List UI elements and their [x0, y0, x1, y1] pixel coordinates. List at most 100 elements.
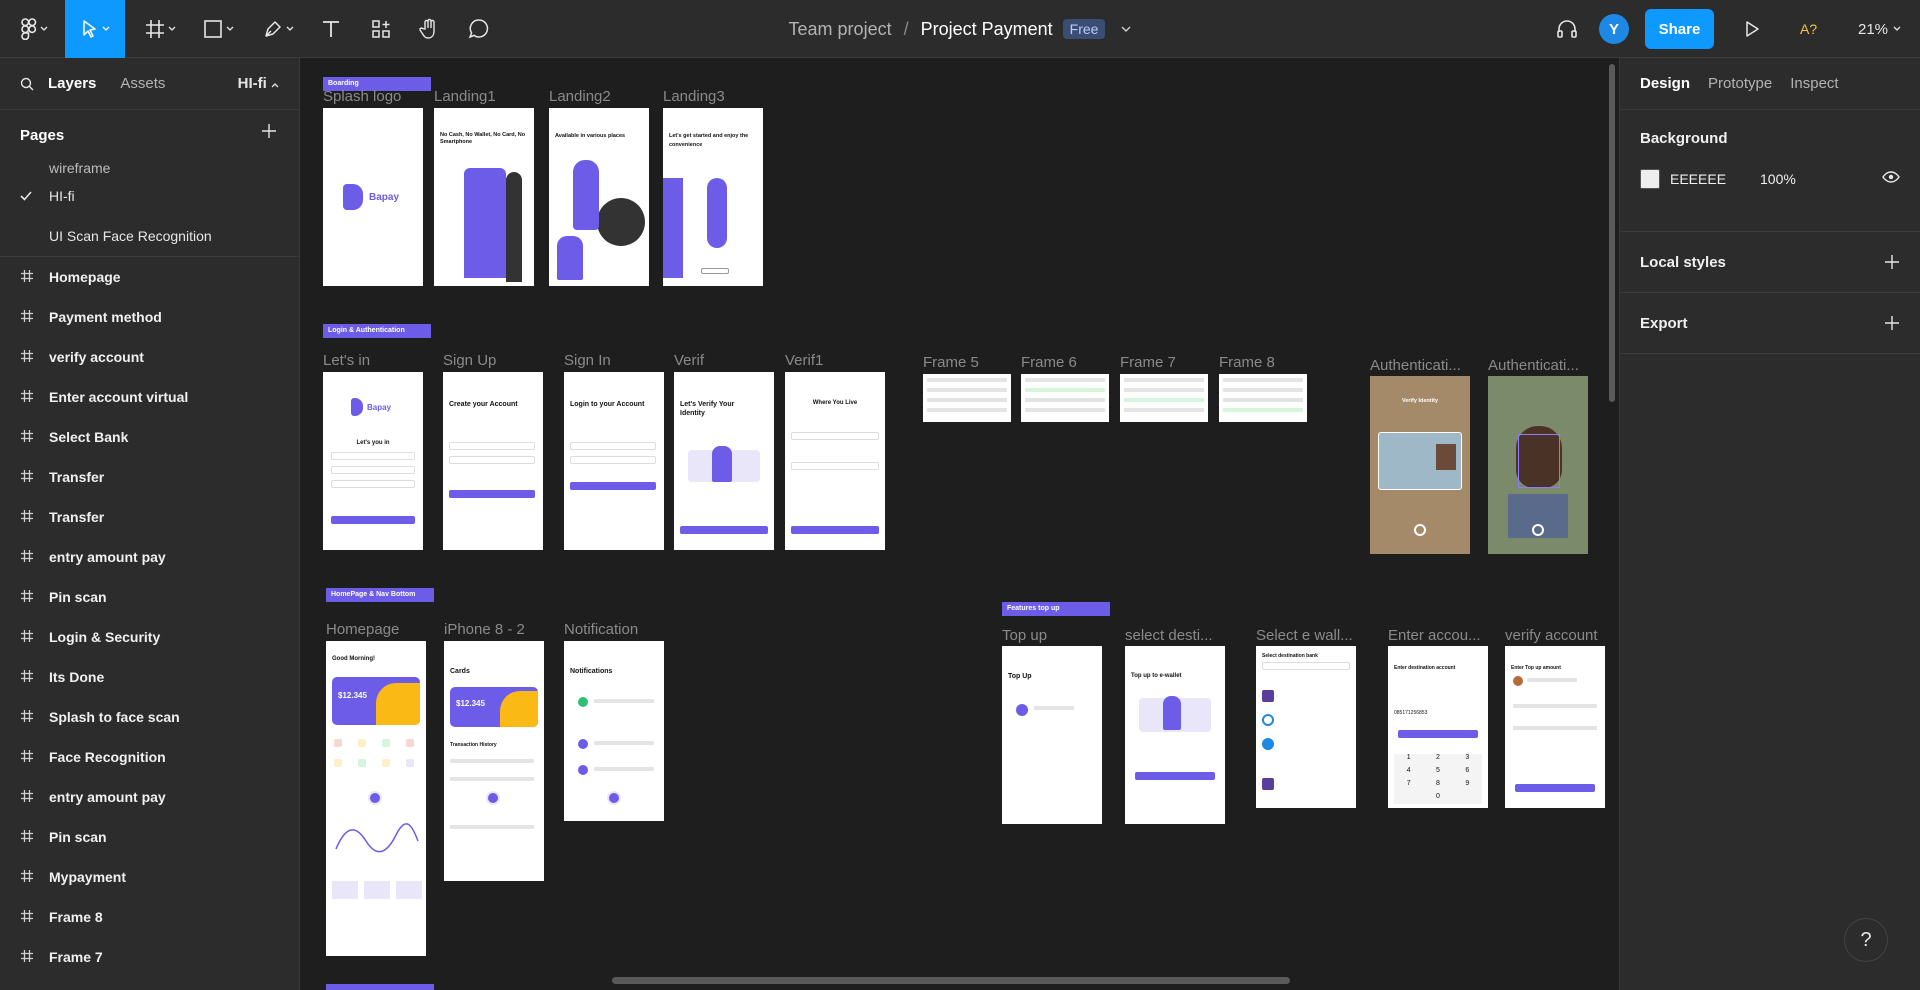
frame-verif1[interactable]: Where You Live — [785, 372, 885, 550]
layer-item-pin-scan[interactable]: Pin scan — [0, 817, 299, 857]
zoom-dropdown[interactable]: 21% — [1858, 0, 1901, 58]
background-color-swatch[interactable] — [1640, 169, 1660, 189]
tab-layers[interactable]: Layers — [48, 75, 96, 92]
eye-icon[interactable] — [1882, 171, 1900, 183]
frame-6[interactable] — [1021, 374, 1109, 422]
frame-label-landing1[interactable]: Landing1 — [434, 88, 496, 105]
frame-label-verif[interactable]: Verif — [674, 352, 704, 369]
frame-label-selectdest[interactable]: select desti... — [1125, 627, 1213, 644]
frame-label-notification[interactable]: Notification — [564, 621, 638, 638]
resources-tool-button[interactable] — [366, 0, 396, 58]
page-item-ui-scan-face-recognition[interactable]: UI Scan Face Recognition — [0, 216, 299, 256]
frame-enter-account[interactable]: Enter destination account 085171256853 1… — [1388, 646, 1488, 808]
frame-label-landing3[interactable]: Landing3 — [663, 88, 725, 105]
frame-verify-account[interactable]: Enter Top up amount — [1505, 646, 1605, 808]
layer-item-splash-to-face-scan[interactable]: Splash to face scan — [0, 697, 299, 737]
frame-splash-logo[interactable]: Bapay — [323, 108, 423, 286]
frame-label-iphone[interactable]: iPhone 8 - 2 — [444, 621, 525, 638]
frame-tool-button[interactable] — [138, 0, 182, 58]
frame-label-frame8[interactable]: Frame 8 — [1219, 354, 1275, 371]
shape-tool-button[interactable] — [196, 0, 240, 58]
frame-label-letsin[interactable]: Let's in — [323, 352, 370, 369]
frame-authentication-face-scan[interactable] — [1488, 376, 1588, 554]
file-name[interactable]: Project Payment — [921, 19, 1053, 40]
audio-call-button[interactable] — [1552, 0, 1582, 58]
help-button[interactable]: ? — [1844, 918, 1888, 962]
layer-item-entry-amount-pay[interactable]: entry amount pay — [0, 537, 299, 577]
frame-label-verifyaccount[interactable]: verify account — [1505, 627, 1598, 644]
page-item-hifi[interactable]: HI-fi — [0, 176, 299, 216]
layer-item-select-bank[interactable]: Select Bank — [0, 417, 299, 457]
section-label-login[interactable]: Login & Authentication — [323, 324, 431, 338]
frame-label-signin[interactable]: Sign In — [564, 352, 611, 369]
plan-badge[interactable]: Free — [1062, 19, 1106, 39]
frame-sign-in[interactable]: Login to your Account — [564, 372, 664, 550]
missing-fonts-indicator[interactable]: A? — [1800, 0, 1817, 58]
section-label-topup[interactable]: Features top up — [1002, 602, 1110, 616]
layer-item-its-done[interactable]: Its Done — [0, 657, 299, 697]
add-page-icon[interactable] — [261, 123, 277, 139]
frame-label-landing2[interactable]: Landing2 — [549, 88, 611, 105]
frame-label-topup[interactable]: Top up — [1002, 627, 1047, 644]
frame-landing1[interactable]: No Cash, No Wallet, No Card, No Smartpho… — [434, 108, 534, 286]
frame-5[interactable] — [923, 374, 1011, 422]
layer-item-transfer[interactable]: Transfer — [0, 457, 299, 497]
layer-item-login-security[interactable]: Login & Security — [0, 617, 299, 657]
frame-label-verif1[interactable]: Verif1 — [785, 352, 823, 369]
frame-lets-in[interactable]: Bapay Let's you in — [323, 372, 423, 550]
page-item-wireframe[interactable]: wireframe — [0, 160, 299, 176]
present-button[interactable] — [1737, 0, 1767, 58]
frame-label-enteraccount[interactable]: Enter accou... — [1388, 627, 1481, 644]
team-breadcrumb[interactable]: Team project — [789, 19, 892, 40]
layer-item-frame-7[interactable]: Frame 7 — [0, 937, 299, 977]
frame-label-signup[interactable]: Sign Up — [443, 352, 496, 369]
background-opacity-input[interactable]: 100% — [1760, 171, 1796, 187]
pen-tool-button[interactable] — [256, 0, 300, 58]
frame-label-frame7[interactable]: Frame 7 — [1120, 354, 1176, 371]
frame-label-auth1[interactable]: Authenticati... — [1370, 357, 1461, 374]
frame-label-frame6[interactable]: Frame 6 — [1021, 354, 1077, 371]
avatar[interactable]: Y — [1599, 14, 1629, 44]
background-hex-input[interactable]: EEEEEE — [1670, 171, 1726, 187]
frame-notification[interactable]: Notifications — [564, 641, 664, 821]
tab-design[interactable]: Design — [1640, 75, 1690, 92]
layer-item-enter-account-virtual[interactable]: Enter account virtual — [0, 377, 299, 417]
frame-label-splash[interactable]: Splash logo — [323, 88, 401, 105]
layer-item-frame-8[interactable]: Frame 8 — [0, 897, 299, 937]
frame-top-up[interactable]: Top Up — [1002, 646, 1102, 824]
add-export-icon[interactable] — [1884, 315, 1900, 331]
layer-item-homepage[interactable]: Homepage — [0, 257, 299, 297]
frame-label-homepage[interactable]: Homepage — [326, 621, 399, 638]
search-icon[interactable] — [20, 77, 34, 91]
tab-inspect[interactable]: Inspect — [1790, 75, 1838, 92]
tab-prototype[interactable]: Prototype — [1708, 75, 1772, 92]
vertical-scrollbar[interactable] — [1609, 64, 1615, 402]
frame-sign-up[interactable]: Create your Account — [443, 372, 543, 550]
frame-label-frame5[interactable]: Frame 5 — [923, 354, 979, 371]
layer-item-mypayment[interactable]: Mypayment — [0, 857, 299, 897]
frame-7[interactable] — [1120, 374, 1208, 422]
frame-label-auth2[interactable]: Authenticati... — [1488, 357, 1579, 374]
hand-tool-button[interactable] — [414, 0, 444, 58]
text-tool-button[interactable] — [316, 0, 346, 58]
add-style-icon[interactable] — [1884, 254, 1900, 270]
layer-item-face-recognition[interactable]: Face Recognition — [0, 737, 299, 777]
layer-item-verify-account[interactable]: verify account — [0, 337, 299, 377]
share-button[interactable]: Share — [1645, 9, 1714, 49]
layer-item-transfer[interactable]: Transfer — [0, 497, 299, 537]
frame-iphone-cards[interactable]: Cards $12.345 Transaction History — [444, 641, 544, 881]
frame-homepage[interactable]: Good Morning! $12.345 — [326, 641, 426, 956]
frame-label-selectewallet[interactable]: Select e wall... — [1256, 627, 1353, 644]
move-tool-button[interactable] — [65, 0, 125, 58]
horizontal-scrollbar[interactable] — [612, 977, 1290, 984]
layer-item-payment-method[interactable]: Payment method — [0, 297, 299, 337]
tab-assets[interactable]: Assets — [120, 75, 165, 92]
frame-select-destination[interactable]: Top up to e-wallet — [1125, 646, 1225, 824]
layer-item-pin-scan[interactable]: Pin scan — [0, 577, 299, 617]
main-menu-button[interactable] — [14, 0, 54, 58]
frame-authentication-id-scan[interactable]: Verify Identity — [1370, 376, 1470, 554]
frame-verif[interactable]: Let's Verify Your Identity — [674, 372, 774, 550]
frame-8[interactable] — [1219, 374, 1307, 422]
comment-tool-button[interactable] — [464, 0, 494, 58]
frame-select-ewallet[interactable]: Select destination bank — [1256, 646, 1356, 808]
